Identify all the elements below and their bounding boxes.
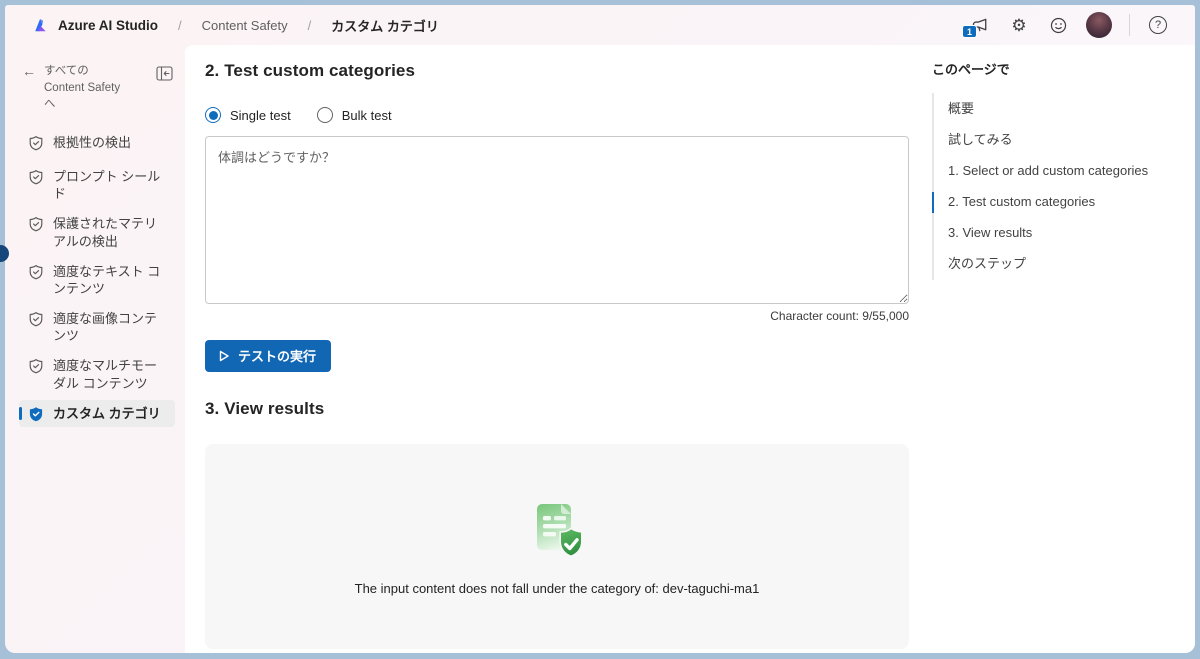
user-avatar[interactable] [1086, 12, 1112, 38]
settings-gear-icon[interactable]: ⚙ [1008, 14, 1030, 36]
app-window: Azure AI Studio / Content Safety / カスタム … [0, 0, 1200, 659]
shield-check-icon [28, 216, 44, 236]
result-message: The input content does not fall under th… [354, 580, 760, 596]
back-arrow-icon[interactable]: ← [22, 63, 36, 80]
sidebar-nav-item[interactable]: 適度な画像コンテンツ [19, 305, 175, 349]
radio-dot [316, 107, 333, 123]
divider [1129, 14, 1130, 36]
breadcrumb-content-safety[interactable]: Content Safety [202, 18, 288, 33]
section-3-heading: 3. View results [205, 399, 325, 418]
shield-check-icon [28, 135, 44, 155]
sidebar-nav-item[interactable]: カスタム カテゴリ [19, 399, 175, 427]
play-icon [219, 350, 229, 361]
sidebar-nav-item-label: プロンプト シールド [53, 169, 161, 202]
radio-dot [205, 107, 221, 123]
on-this-page-title: このページで [932, 62, 1010, 77]
test-input-textarea[interactable]: 体調はどうですか？ [205, 136, 909, 304]
shield-check-icon [28, 358, 44, 378]
page-body: ← すべての Content Safety へ 根拠性の検出 プロンプト シール… [5, 45, 1195, 653]
breadcrumb-current-page: カスタム カテゴリ [331, 18, 439, 34]
sidebar-nav-item[interactable]: 根拠性の検出 [19, 129, 175, 160]
shield-check-icon [28, 169, 44, 189]
app-title[interactable]: Azure AI Studio [58, 18, 158, 33]
content-column: 2. Test custom categories Single test Bu… [205, 61, 909, 653]
sidebar-nav-item[interactable]: 保護されたマテリアルの検出 [19, 210, 175, 254]
sidebar-nav-item[interactable]: プロンプト シールド [19, 163, 175, 207]
collapse-panel-icon[interactable] [153, 63, 175, 83]
on-this-page-link-label: 1. Select or add custom categories [948, 162, 1149, 178]
breadcrumb-separator: / [178, 17, 182, 33]
breadcrumb: Azure AI Studio / Content Safety / カスタム … [30, 16, 439, 35]
help-icon[interactable]: ? [1147, 14, 1169, 36]
top-bar-actions: 1 ⚙ ? [962, 12, 1169, 38]
sidebar-nav-item[interactable]: 適度なテキスト コンテンツ [19, 258, 175, 302]
shield-check-icon [28, 311, 44, 331]
sidebar-nav-item-label: 適度なテキスト コンテンツ [53, 263, 161, 296]
test-mode-radio-group: Single test Bulk test [205, 107, 909, 123]
on-this-page-link[interactable]: 3. View results [948, 218, 1182, 249]
on-this-page-link-label: 次のステップ [948, 256, 1027, 272]
on-this-page-link[interactable]: 試してみる [948, 124, 1182, 155]
back-to-content-safety-link[interactable]: すべての Content Safety へ [44, 63, 130, 113]
character-count: Character count: 9/55,000 [770, 309, 909, 323]
on-this-page-link-label: 試してみる [948, 131, 1013, 147]
feedback-smiley-icon[interactable] [1047, 14, 1069, 36]
on-this-page-link-label: 2. Test custom categories [948, 194, 1096, 210]
section-2-heading: 2. Test custom categories [205, 61, 416, 80]
on-this-page-link[interactable]: 1. Select or add custom categories [948, 155, 1182, 186]
on-this-page-link-label: 3. View results [948, 225, 1033, 241]
bulk-test-radio[interactable]: Bulk test [316, 107, 392, 123]
sidebar-nav-item-label: 根拠性の検出 [53, 135, 132, 151]
sidebar-nav-list: 根拠性の検出 プロンプト シールド 保護されたマテリアルの検出 適度なテキスト … [5, 129, 185, 427]
single-test-radio[interactable]: Single test [205, 107, 291, 123]
sidebar-nav-item-label: カスタム カテゴリ [53, 405, 161, 421]
run-test-button-label: テストの実行 [238, 349, 317, 364]
sidebar-back-row: ← すべての Content Safety へ [5, 63, 185, 113]
on-this-page-link-label: 概要 [948, 100, 975, 116]
main-panel: 2. Test custom categories Single test Bu… [185, 45, 1195, 653]
run-test-button[interactable]: テストの実行 [205, 340, 332, 372]
sidebar-nav-item-label: 適度なマルチモーダル コンテンツ [53, 358, 158, 391]
on-this-page-list: 概要 試してみる 1. Select or add custom categor… [932, 93, 1182, 281]
notification-badge: 1 [962, 25, 977, 38]
on-this-page-link[interactable]: 概要 [948, 93, 1182, 124]
left-sidebar: ← すべての Content Safety へ 根拠性の検出 プロンプト シール… [5, 45, 185, 653]
breadcrumb-separator: / [307, 17, 312, 33]
sidebar-nav-item[interactable]: 適度なマルチモーダル コンテンツ [19, 352, 175, 396]
result-panel: The input content does not fall under th… [205, 444, 909, 649]
announcements-icon[interactable]: 1 [962, 14, 991, 38]
on-this-page-nav: このページで 概要 試してみる 1. Select or add custom … [932, 59, 1182, 281]
single-test-label: Single test [230, 107, 291, 123]
azure-ai-studio-logo-icon[interactable] [30, 16, 49, 35]
document-shield-check-icon [525, 498, 589, 569]
on-this-page-link[interactable]: 2. Test custom categories [932, 187, 1182, 218]
shield-check-icon [28, 264, 44, 284]
on-this-page-link[interactable]: 次のステップ [948, 249, 1182, 280]
sidebar-nav-item-label: 適度な画像コンテンツ [53, 311, 158, 344]
bulk-test-label: Bulk test [341, 107, 392, 123]
app-surface: Azure AI Studio / Content Safety / カスタム … [5, 5, 1195, 653]
shield-check-icon [28, 406, 44, 422]
sidebar-nav-item-label: 保護されたマテリアルの検出 [53, 216, 158, 249]
top-bar: Azure AI Studio / Content Safety / カスタム … [5, 5, 1195, 45]
